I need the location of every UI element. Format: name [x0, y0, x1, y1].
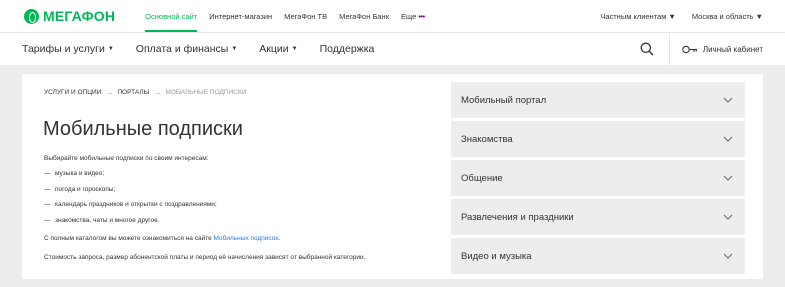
cost-note: Стоимость запроса, размер абонентской пл… [44, 254, 366, 261]
accordion-item-video-music[interactable]: Видео и музыка [451, 238, 745, 274]
list-item: — календарь праздников и открытки с поздр… [44, 201, 217, 217]
chevron-down-icon [723, 175, 733, 181]
caret-down-icon: ▼ [291, 46, 298, 52]
accordion-label: Знакомства [461, 133, 513, 145]
key-icon [682, 45, 697, 53]
catalog-text: С полным каталогом вы можете ознакомитьс… [44, 235, 280, 242]
top-right: Частным клиентам ▼ Москва и область ▼ [600, 0, 763, 32]
nav-item-promos[interactable]: Акции ▼ [259, 43, 297, 55]
clients-selector[interactable]: Частным клиентам ▼ [600, 12, 676, 21]
list-item: — погода и гороскопы; [44, 186, 217, 202]
breadcrumb-current: МОБИЛЬНЫЕ ПОДПИСКИ [165, 89, 247, 96]
nav-item-tariffs[interactable]: Тарифы и услуги ▼ [22, 43, 114, 55]
accordion-label: Развлечения и праздники [461, 211, 574, 223]
chevron-down-icon [723, 214, 733, 220]
catalog-prefix: С полным каталогом вы можете ознакомитьс… [44, 235, 214, 242]
list-item-text: знакомства, чаты и многое другое. [55, 216, 160, 224]
nav-item-label: Оплата и финансы [135, 43, 229, 55]
chevron-down-icon [723, 136, 733, 142]
caret-down-icon: ▼ [755, 11, 763, 21]
search-icon [640, 42, 654, 56]
toplink-online-store[interactable]: Интернет-магазин [203, 0, 278, 32]
page-title: Мобильные подписки [43, 118, 243, 140]
category-accordion: Мобильный портал Знакомства Общение Разв… [451, 82, 745, 277]
search-button[interactable] [626, 33, 670, 65]
arrow-right-icon: → [105, 88, 114, 97]
breadcrumb-portals[interactable]: ПОРТАЛЫ [117, 89, 149, 96]
region-label: Москва и область [691, 11, 754, 21]
caret-down-icon: ▼ [107, 46, 114, 52]
toplink-main-site[interactable]: Основной сайт [139, 0, 203, 32]
nav-item-label: Акции [259, 43, 289, 55]
mobile-subscriptions-link[interactable]: Мобильных подписок [214, 235, 279, 242]
breadcrumb-services[interactable]: УСЛУГИ И ОПЦИИ [44, 89, 101, 96]
accordion-label: Общение [461, 172, 503, 184]
intro-text: Выбирайте мобильные подписки по своим ин… [44, 155, 209, 162]
content-card: УСЛУГИ И ОПЦИИ → ПОРТАЛЫ → МОБИЛЬНЫЕ ПОД… [22, 74, 763, 279]
catalog-suffix: . [278, 235, 281, 242]
accordion-item-entertainment[interactable]: Развлечения и праздники [451, 199, 745, 235]
dash-icon: — [44, 216, 51, 224]
accordion-item-dating[interactable]: Знакомства [451, 121, 745, 157]
more-dots-icon: ••• [418, 11, 425, 21]
list-item-text: погода и гороскопы; [55, 185, 116, 193]
dash-icon: — [44, 185, 51, 193]
list-item-text: музыка и видео; [55, 170, 105, 177]
list-item: — музыка и видео; [44, 170, 217, 186]
top-bar: МегаФон Основной сайт Интернет-магазин М… [0, 0, 785, 32]
dash-icon: — [44, 170, 51, 177]
region-selector[interactable]: Москва и область ▼ [692, 12, 763, 21]
arrow-right-icon: → [153, 88, 162, 97]
caret-down-icon: ▼ [231, 46, 238, 52]
dash-icon: — [44, 201, 51, 208]
account-label: Личный кабинет [702, 44, 763, 54]
chevron-down-icon [723, 97, 733, 103]
nav-item-label: Тарифы и услуги [22, 43, 105, 55]
nav-right: Личный кабинет [626, 33, 785, 65]
toplink-megafon-bank[interactable]: МегаФон Банк [333, 0, 395, 32]
main-nav: Тарифы и услуги ▼ Оплата и финансы ▼ Акции… [0, 32, 785, 65]
accordion-label: Мобильный портал [461, 94, 547, 106]
logo-text: МегаФон [43, 8, 116, 24]
megafon-logo-icon [24, 8, 39, 24]
toplink-megafon-tv[interactable]: МегаФон ТВ [278, 0, 333, 32]
clients-label: Частным клиентам [600, 11, 667, 21]
toplink-more[interactable]: Еще ••• [395, 0, 431, 32]
list-item: — знакомства, чаты и многое другое. [44, 217, 217, 233]
chevron-down-icon [723, 253, 733, 259]
caret-down-icon: ▼ [668, 11, 676, 21]
nav-item-payment[interactable]: Оплата и финансы ▼ [136, 43, 238, 55]
breadcrumb: УСЛУГИ И ОПЦИИ → ПОРТАЛЫ → МОБИЛЬНЫЕ ПОД… [44, 88, 246, 97]
nav-item-label: Поддержка [319, 43, 375, 55]
toplink-more-label: Еще [400, 11, 417, 21]
nav-items: Тарифы и услуги ▼ Оплата и финансы ▼ Акции… [22, 43, 374, 55]
list-item-text: календарь праздников и открытки с поздра… [55, 201, 217, 208]
accordion-item-communication[interactable]: Общение [451, 160, 745, 196]
interest-list: — музыка и видео; — погода и гороскопы; — к… [44, 170, 217, 232]
account-button[interactable]: Личный кабинет [670, 45, 785, 54]
accordion-item-mobile-portal[interactable]: Мобильный портал [451, 82, 745, 118]
accordion-label: Видео и музыка [461, 250, 532, 262]
top-links: Основной сайт Интернет-магазин МегаФон Т… [139, 0, 430, 32]
nav-item-support[interactable]: Поддержка [320, 43, 375, 55]
megafon-logo[interactable]: МегаФон [24, 8, 115, 24]
